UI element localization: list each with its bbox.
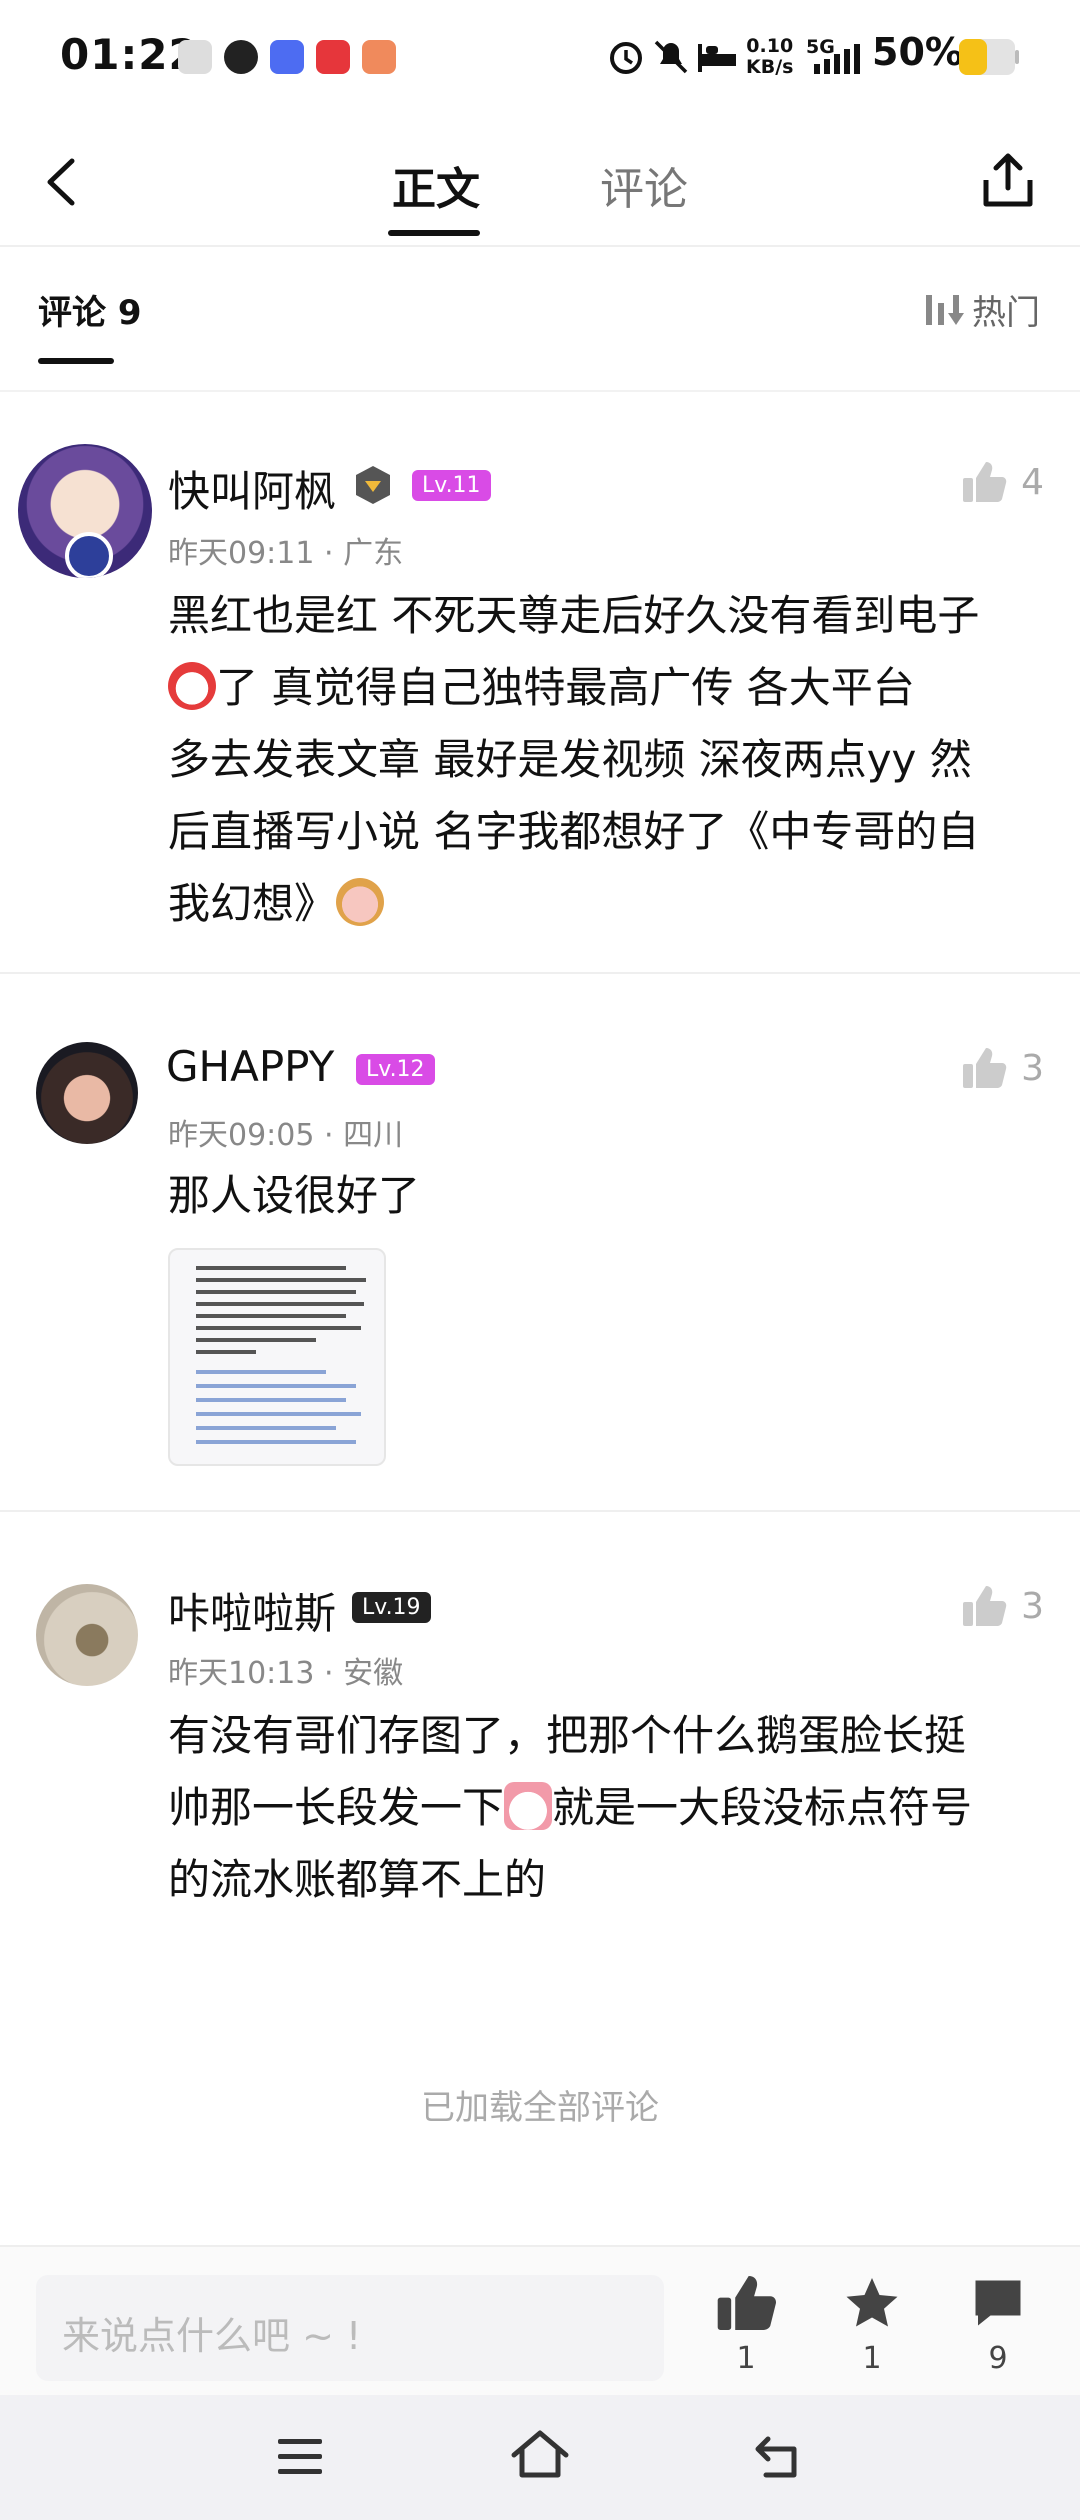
qq-icon [224, 40, 258, 74]
all-loaded-text: 已加载全部评论 [421, 2088, 659, 2128]
comment-line: 那人设很好了 [168, 1171, 421, 1220]
comment-image-attachment[interactable] [168, 1248, 386, 1466]
level-badge: Lv.19 [352, 1592, 431, 1623]
comment-line: 帅那一长段发一下 [168, 1783, 505, 1832]
speed-value: 0.10 [746, 35, 794, 57]
comment-line: 了 真觉得自己独特最高广传 各大平台 [216, 663, 915, 712]
like-button[interactable]: 3 [961, 1046, 1044, 1090]
comment-input-placeholder: 来说点什么吧 ~ ! [62, 2314, 362, 2358]
comments-title-underline [38, 358, 114, 364]
comment-button[interactable]: 9 [948, 2273, 1048, 2376]
comment-item: 快叫阿枫 Lv.11 昨天09:11 · 广东 4 黑红也是红 不死天尊走后好久… [0, 420, 1080, 970]
comment-item: GHAPPY Lv.12 昨天09:05 · 四川 3 那人设很好了 [0, 1010, 1080, 1510]
comment-item: 咔啦啦斯 Lv.19 昨天10:13 · 安徽 3 有没有哥们存图了，把那个什么… [0, 1540, 1080, 1960]
thumbs-up-icon [963, 1048, 1007, 1088]
comment-body: 黑红也是红 不死天尊走后好久没有看到电子 了 真觉得自己独特最高广传 各大平台 … [168, 580, 1048, 940]
sticker-emoji-icon [336, 878, 385, 926]
share-icon[interactable] [980, 150, 1036, 210]
comment-body: 有没有哥们存图了，把那个什么鹅蛋脸长挺 帅那一长段发一下 就是一大段没标点符号 的… [168, 1700, 1048, 1916]
comment-line-with-emoji: 帅那一长段发一下 就是一大段没标点符号 [168, 1772, 1048, 1844]
comment-meta: 昨天10:13 · 安徽 [168, 1656, 404, 1691]
comment-input[interactable]: 来说点什么吧 ~ ! [36, 2275, 664, 2381]
level-badge: Lv.12 [356, 1054, 435, 1085]
app-orange-icon [362, 40, 396, 74]
battery-icon [959, 39, 1019, 75]
comment-body: 那人设很好了 [168, 1160, 1048, 1232]
back-icon[interactable] [40, 157, 84, 207]
comment-line-with-emoji: 了 真觉得自己独特最高广传 各大平台 [168, 652, 1048, 724]
menu-icon[interactable] [276, 2435, 324, 2479]
comment-bubble-icon [975, 2280, 1021, 2326]
tab-comments[interactable]: 评论 [600, 153, 688, 217]
signal-icon [814, 44, 860, 74]
comment-line: 就是一大段没标点符号 [552, 1783, 973, 1832]
like-count: 3 [1021, 1047, 1044, 1089]
thumbs-up-icon [717, 2276, 777, 2330]
comment-count: 9 [988, 2341, 1008, 2376]
bed-icon [698, 44, 736, 72]
like-article-button[interactable]: 1 [696, 2273, 796, 2376]
comment-meta: 昨天09:05 · 四川 [168, 1118, 404, 1153]
top-nav: 正文 评论 [0, 115, 1080, 247]
blush-emoji-icon [504, 1782, 553, 1830]
avatar[interactable] [18, 444, 152, 578]
comments-count-title: 评论 9 [38, 293, 142, 333]
like-article-count: 1 [736, 2341, 756, 2376]
comment-line: 我幻想》 [168, 879, 337, 928]
vip-badge-icon [356, 466, 390, 504]
username[interactable]: 快叫阿枫 [168, 458, 336, 519]
level-badge: Lv.11 [412, 470, 491, 501]
avatar[interactable] [36, 1042, 138, 1144]
home-icon[interactable] [508, 2429, 572, 2481]
sort-label: 热门 [972, 293, 1040, 333]
like-button[interactable]: 4 [961, 460, 1044, 504]
divider [0, 1510, 1080, 1512]
comment-line: 黑红也是红 不死天尊走后好久没有看到电子 [168, 591, 980, 640]
username[interactable]: GHAPPY [166, 1042, 334, 1091]
avatar[interactable] [36, 1584, 138, 1686]
netease-music-icon [316, 40, 350, 74]
network-speed: 0.10 KB/s [746, 36, 793, 78]
favorite-button[interactable]: 1 [822, 2273, 922, 2376]
like-button[interactable]: 3 [961, 1584, 1044, 1628]
tab-active-indicator [388, 230, 480, 236]
favorite-count: 1 [862, 2341, 882, 2376]
sort-hot-button[interactable]: 热门 [924, 285, 1040, 334]
sort-icon [926, 294, 964, 325]
speed-unit: KB/s [746, 56, 794, 78]
avatar-badge-icon [65, 532, 113, 578]
thumbs-up-icon [963, 462, 1007, 502]
username[interactable]: 咔啦啦斯 [168, 1580, 336, 1641]
comment-line: 的流水账都算不上的 [168, 1855, 547, 1904]
tab-article[interactable]: 正文 [392, 153, 480, 217]
comment-meta: 昨天09:11 · 广东 [168, 536, 404, 571]
comment-line: 后直播写小说 名字我都想好了《中专哥的自 [168, 807, 980, 856]
screenshot-thumbnail [196, 1266, 366, 1444]
battery-percent: 50% [872, 30, 963, 74]
mute-bell-icon [654, 40, 688, 74]
star-icon [846, 2278, 898, 2327]
like-count: 3 [1021, 1585, 1044, 1627]
system-nav-bar [0, 2395, 1080, 2520]
comment-line: 有没有哥们存图了，把那个什么鹅蛋脸长挺 [168, 1711, 967, 1760]
comment-line-with-emoji: 我幻想》 [168, 868, 1048, 940]
comment-line: 多去发表文章 最好是发视频 深夜两点yy 然 [168, 735, 972, 784]
like-count: 4 [1021, 461, 1044, 503]
clown-emoji-icon [168, 662, 216, 710]
vivo-icon [270, 40, 304, 74]
comments-header: 评论 9 热门 [0, 245, 1080, 392]
back-nav-icon[interactable] [752, 2431, 806, 2481]
thumbs-up-icon [963, 1586, 1007, 1626]
app-notification-icon [178, 40, 212, 74]
status-bar: 01:22 0.10 KB/s 5G 50% [0, 0, 1080, 115]
alarm-icon [610, 42, 642, 74]
divider [0, 972, 1080, 974]
bottom-action-bar: 来说点什么吧 ~ ! 1 1 9 [0, 2245, 1080, 2397]
